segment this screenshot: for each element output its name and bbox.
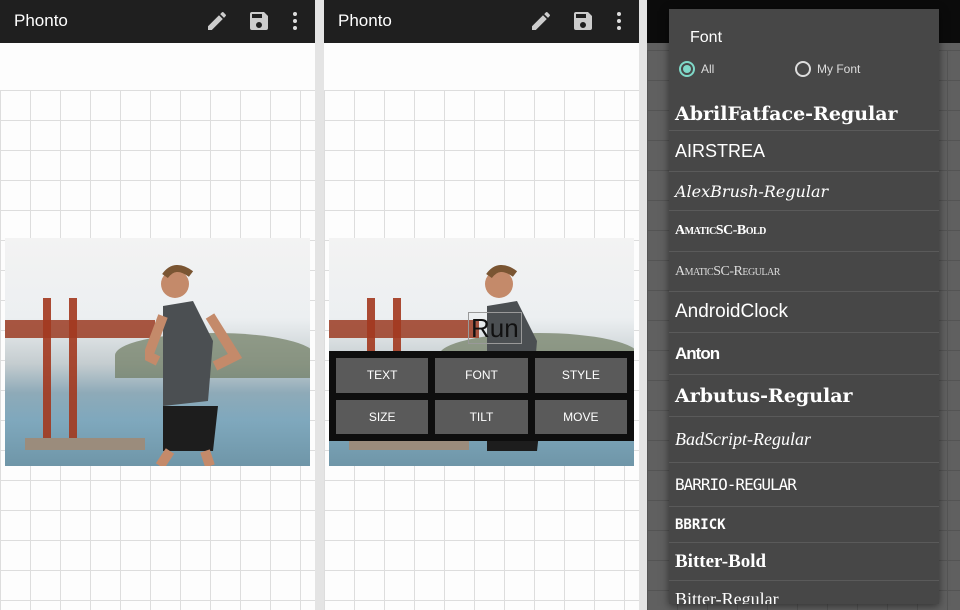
dialog-title: Font bbox=[690, 29, 723, 46]
radio-label: My Font bbox=[817, 62, 861, 76]
font-item[interactable]: AndroidClock bbox=[669, 292, 939, 333]
font-button[interactable]: FONT bbox=[435, 358, 528, 393]
app-bar: Phonto bbox=[324, 0, 639, 43]
panel-font-picker: Font All My Font AbrilFatface-Regular AI… bbox=[647, 0, 960, 610]
save-icon[interactable] bbox=[571, 9, 595, 33]
app-title: Phonto bbox=[14, 11, 68, 30]
font-item[interactable]: AmaticSC-Regular bbox=[669, 252, 939, 292]
font-item[interactable]: AbrilFatface-Regular bbox=[669, 97, 939, 131]
move-button[interactable]: MOVE bbox=[534, 399, 627, 434]
radio-checked-icon bbox=[679, 61, 695, 77]
pencil-icon[interactable] bbox=[529, 9, 553, 33]
more-vert-icon[interactable] bbox=[283, 9, 307, 33]
font-item[interactable]: Anton bbox=[669, 333, 939, 375]
font-item[interactable]: Arbutus-Regular bbox=[669, 375, 939, 417]
radio-label: All bbox=[701, 62, 715, 76]
size-button[interactable]: SIZE bbox=[336, 399, 429, 434]
canvas-text[interactable]: Run bbox=[468, 312, 522, 344]
app-bar: Phonto bbox=[0, 0, 315, 43]
font-item[interactable]: AmaticSC-Bold bbox=[669, 211, 939, 252]
style-button[interactable]: STYLE bbox=[534, 358, 627, 393]
runner-photo[interactable] bbox=[5, 238, 310, 466]
font-item[interactable]: BBRICK bbox=[669, 507, 939, 543]
radio-my-font[interactable]: My Font bbox=[795, 61, 860, 77]
pencil-icon[interactable] bbox=[205, 9, 229, 33]
app-title: Phonto bbox=[338, 11, 392, 30]
text-button[interactable]: TEXT bbox=[336, 358, 429, 393]
font-item[interactable]: Bitter-Bold bbox=[669, 543, 939, 581]
panel-editor: Phonto bbox=[0, 0, 315, 610]
font-item[interactable]: Bitter-Regular bbox=[669, 581, 939, 604]
save-icon[interactable] bbox=[247, 9, 271, 33]
font-item[interactable]: BadScript-Regular bbox=[669, 417, 939, 463]
runner-figure bbox=[145, 265, 243, 466]
font-item[interactable]: AIRSTREA bbox=[669, 131, 939, 172]
tilt-button[interactable]: TILT bbox=[435, 399, 528, 434]
text-toolbox: TEXT FONT STYLE SIZE TILT MOVE bbox=[329, 351, 634, 441]
font-dialog: Font All My Font AbrilFatface-Regular AI… bbox=[669, 9, 939, 604]
more-vert-icon[interactable] bbox=[607, 9, 631, 33]
font-item[interactable]: AlexBrush-Regular bbox=[669, 172, 939, 211]
font-list: AbrilFatface-Regular AIRSTREA AlexBrush-… bbox=[669, 97, 939, 604]
font-item[interactable]: BARRIO-REGULAR bbox=[669, 463, 939, 507]
radio-unchecked-icon bbox=[795, 61, 811, 77]
radio-all[interactable]: All bbox=[679, 61, 714, 77]
panel-text-tools: Phonto Run TEXT FONT STYLE SIZE TILT MOV… bbox=[324, 0, 639, 610]
